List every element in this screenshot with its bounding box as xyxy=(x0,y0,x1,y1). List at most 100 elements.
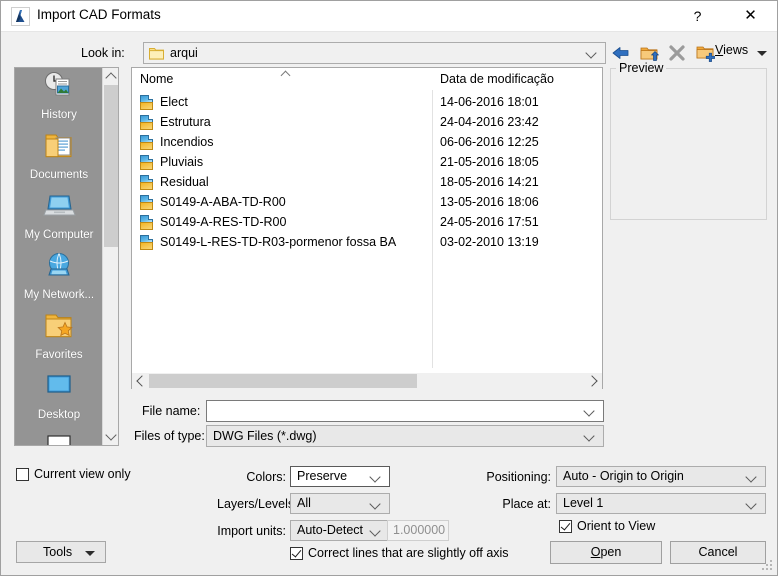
title-bar: Import CAD Formats ? ✕ xyxy=(1,1,777,32)
folder-icon xyxy=(149,46,164,60)
cad-app-icon xyxy=(11,7,30,26)
import-units-dropdown[interactable]: Auto-Detect xyxy=(290,520,390,541)
column-header-name[interactable]: Nome xyxy=(140,72,173,86)
file-name: Elect xyxy=(160,95,188,109)
help-button[interactable]: ? xyxy=(675,1,720,31)
file-date: 24-04-2016 23:42 xyxy=(440,115,539,129)
documents-icon xyxy=(41,134,77,167)
positioning-dropdown[interactable]: Auto - Origin to Origin xyxy=(556,466,766,487)
desktop-icon xyxy=(41,375,77,407)
dwg-file-icon xyxy=(140,115,155,130)
open-button[interactable]: Open xyxy=(550,541,662,564)
dwg-file-icon xyxy=(140,95,155,110)
import-cad-formats-dialog: Import CAD Formats ? ✕ Look in: arqui Vi… xyxy=(0,0,778,576)
file-list[interactable]: Nome Data de modificação Elect 14-06-201… xyxy=(131,67,603,388)
dwg-file-icon xyxy=(140,155,155,170)
chevron-down-icon[interactable] xyxy=(369,467,383,486)
look-in-label: Look in: xyxy=(81,46,125,60)
file-name: Pluviais xyxy=(160,155,204,169)
views-accel-letter: V xyxy=(715,43,724,57)
look-in-value: arqui xyxy=(170,46,198,60)
file-date: 14-06-2016 18:01 xyxy=(440,95,539,109)
chevron-down-icon[interactable] xyxy=(745,467,759,486)
place-item-favorites[interactable]: Favorites xyxy=(15,310,103,370)
dwg-file-icon xyxy=(140,175,155,190)
table-row[interactable]: Incendios 06-06-2016 12:25 xyxy=(132,133,602,153)
open-label-rest: pen xyxy=(600,545,622,559)
files-of-type-value: DWG Files (*.dwg) xyxy=(213,429,317,443)
place-item-desktop[interactable]: Desktop xyxy=(15,370,103,430)
import-units-label: Import units: xyxy=(217,524,286,538)
file-name: S0149-A-ABA-TD-R00 xyxy=(160,195,286,209)
scroll-up-icon[interactable] xyxy=(103,68,118,85)
place-at-dropdown[interactable]: Level 1 xyxy=(556,493,766,514)
file-date: 13-05-2016 18:06 xyxy=(440,195,539,209)
file-date: 21-05-2016 18:05 xyxy=(440,155,539,169)
import-units-value: Auto-Detect xyxy=(297,523,364,537)
place-item-documents[interactable]: Documents xyxy=(15,130,103,190)
chevron-down-icon[interactable] xyxy=(757,51,767,56)
chevron-down-icon[interactable] xyxy=(583,401,597,421)
file-name: Incendios xyxy=(160,135,214,149)
new-folder-icon[interactable] xyxy=(693,41,717,65)
current-view-only-label: Current view only xyxy=(34,467,131,481)
table-row[interactable]: S0149-A-RES-TD-R00 24-05-2016 17:51 xyxy=(132,213,602,233)
file-name-input[interactable] xyxy=(211,403,581,420)
my-network-icon xyxy=(41,253,77,287)
places-scrollbar[interactable] xyxy=(102,68,118,445)
tools-button[interactable]: Tools xyxy=(16,541,106,563)
file-date: 24-05-2016 17:51 xyxy=(440,215,539,229)
layers-levels-label: Layers/Levels: xyxy=(217,497,298,511)
dwg-file-icon xyxy=(140,215,155,230)
hscroll-thumb[interactable] xyxy=(149,374,417,388)
table-row[interactable]: Pluviais 21-05-2016 18:05 xyxy=(132,153,602,173)
chevron-down-icon[interactable] xyxy=(583,426,597,446)
column-header-date[interactable]: Data de modificação xyxy=(440,72,554,86)
file-name-combo[interactable] xyxy=(206,400,604,422)
table-row[interactable]: S0149-L-RES-TD-R03-pormenor fossa BA 03-… xyxy=(132,233,602,253)
colors-dropdown[interactable]: Preserve xyxy=(290,466,390,487)
scroll-down-icon[interactable] xyxy=(103,428,118,445)
places-scroll-thumb[interactable] xyxy=(104,85,118,247)
place-item-history[interactable]: History xyxy=(15,70,103,130)
table-row[interactable]: Residual 18-05-2016 14:21 xyxy=(132,173,602,193)
positioning-value: Auto - Origin to Origin xyxy=(563,469,684,483)
checkbox-box[interactable] xyxy=(290,547,303,560)
import-units-scale-field: 1.000000 xyxy=(387,520,449,541)
checkbox-box[interactable] xyxy=(16,468,29,481)
chevron-down-icon[interactable] xyxy=(369,494,383,513)
place-label: My Computer xyxy=(24,229,94,241)
places-bar: History Documents My Computer My Network… xyxy=(14,67,119,446)
chevron-down-icon[interactable] xyxy=(85,551,95,556)
checkbox-box[interactable] xyxy=(559,520,572,533)
place-item-my-computer[interactable]: My Computer xyxy=(15,190,103,250)
tools-label: Tools xyxy=(43,545,73,559)
table-row[interactable]: Estrutura 24-04-2016 23:42 xyxy=(132,113,602,133)
views-button[interactable]: Views xyxy=(715,43,748,57)
scroll-left-icon[interactable] xyxy=(132,373,149,389)
look-in-combo[interactable]: arqui xyxy=(143,42,606,64)
resize-grip[interactable] xyxy=(762,560,774,572)
place-label: History xyxy=(41,109,77,121)
table-row[interactable]: S0149-A-ABA-TD-R00 13-05-2016 18:06 xyxy=(132,193,602,213)
chevron-down-icon[interactable] xyxy=(369,521,383,540)
dwg-file-icon xyxy=(140,235,155,250)
close-icon[interactable]: ✕ xyxy=(728,1,773,31)
delete-icon[interactable] xyxy=(665,41,689,65)
place-item-my-network[interactable]: My Network... xyxy=(15,250,103,310)
chevron-down-icon[interactable] xyxy=(745,494,759,513)
scroll-right-icon[interactable] xyxy=(585,373,602,389)
my-computer-icon xyxy=(41,195,77,227)
page-title: Import CAD Formats xyxy=(37,7,161,22)
files-of-type-combo[interactable]: DWG Files (*.dwg) xyxy=(206,425,604,447)
table-row[interactable]: Elect 14-06-2016 18:01 xyxy=(132,93,602,113)
dwg-file-icon xyxy=(140,195,155,210)
layers-levels-dropdown[interactable]: All xyxy=(290,493,390,514)
places-list: History Documents My Computer My Network… xyxy=(15,68,103,445)
file-list-hscrollbar[interactable] xyxy=(131,373,603,389)
file-date: 18-05-2016 14:21 xyxy=(440,175,539,189)
place-item-partial[interactable] xyxy=(15,430,103,445)
cancel-button[interactable]: Cancel xyxy=(670,541,766,564)
correct-lines-label: Correct lines that are slightly off axis xyxy=(308,546,509,560)
positioning-label: Positioning: xyxy=(486,470,551,484)
